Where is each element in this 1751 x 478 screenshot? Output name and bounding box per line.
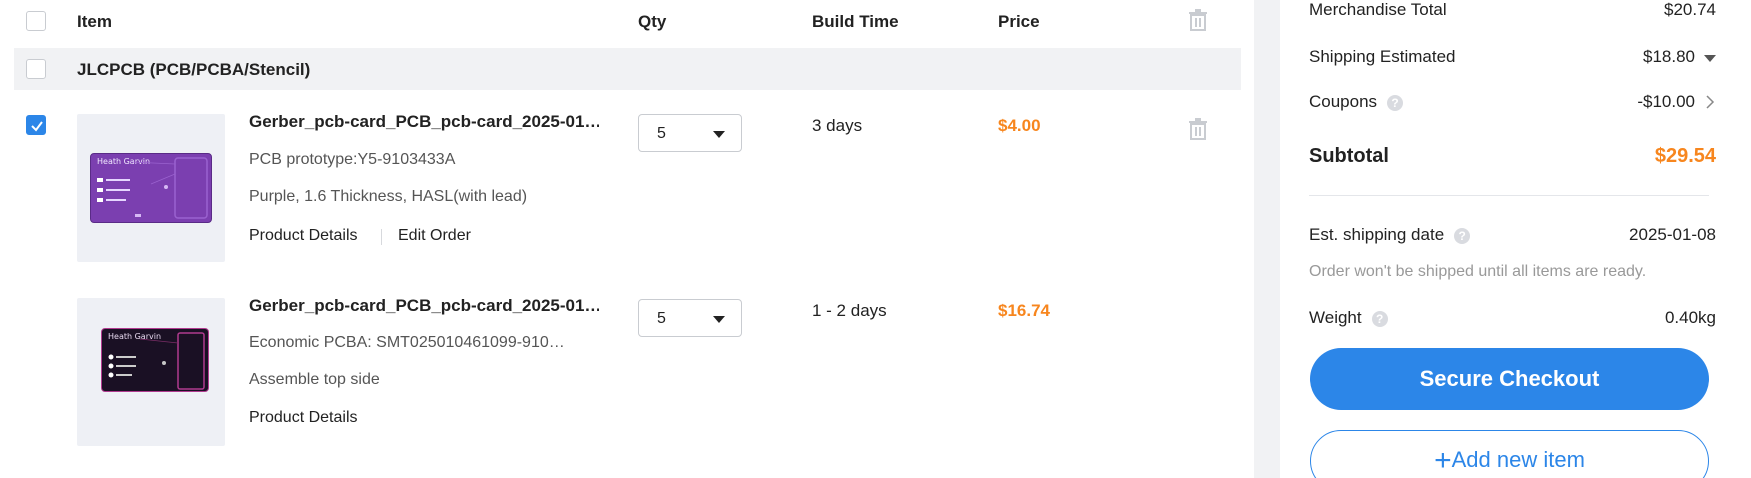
subtotal-label: Subtotal [1309, 145, 1389, 167]
item-1-qty-select[interactable]: 5 [638, 114, 742, 152]
qty-value: 5 [657, 310, 666, 327]
caret-down-icon [713, 316, 725, 323]
delete-all-trash-icon[interactable] [1189, 9, 1207, 31]
merchandise-total-value: $20.74 [1664, 0, 1716, 19]
weight-label: Weight? [1309, 308, 1388, 328]
shipping-caret-down-icon[interactable] [1704, 55, 1716, 62]
est-shipping-date-value: 2025-01-08 [1629, 225, 1716, 244]
coupons-chevron-right-icon[interactable] [1705, 94, 1715, 115]
item-1-product-details-link[interactable]: Product Details [249, 227, 358, 245]
item-2-qty-select[interactable]: 5 [638, 299, 742, 337]
checkmark-icon [31, 121, 43, 132]
plus-icon: + [1434, 444, 1452, 477]
item-1-options: Purple, 1.6 Thickness, HASL(with lead) [249, 188, 528, 205]
add-new-item-button[interactable]: +Add new item [1310, 430, 1709, 478]
weight-label-text: Weight [1309, 308, 1362, 327]
coupons-label-text: Coupons [1309, 92, 1378, 111]
item-2-build-time: 1 - 2 days [812, 301, 887, 320]
item-2-product-details-link[interactable]: Product Details [249, 409, 358, 427]
weight-value: 0.40kg [1664, 308, 1716, 327]
item-1-checkbox[interactable] [26, 115, 46, 135]
shipping-date-help-icon[interactable]: ? [1454, 227, 1471, 244]
group-checkbox[interactable] [26, 59, 46, 79]
pcb-black-image: Heath Garvin [101, 328, 209, 392]
weight-help-icon[interactable]: ? [1371, 310, 1388, 327]
group-title: JLCPCB (PCB/PCBA/Stencil) [77, 60, 311, 79]
merchandise-total-label: Merchandise Total [1309, 0, 1447, 19]
item-1-build-time: 3 days [812, 116, 863, 135]
shipping-note: Order won't be shipped until all items a… [1309, 263, 1647, 280]
caret-down-icon [713, 131, 725, 138]
link-divider [381, 229, 382, 245]
item-2-options: Assemble top side [249, 371, 380, 388]
header-item: Item [77, 12, 112, 31]
item-1-title[interactable]: Gerber_pcb-card_PCB_pcb-card_2025-01… [249, 112, 599, 132]
header-price: Price [998, 12, 1040, 31]
header-qty: Qty [638, 12, 667, 31]
item-2-price: $16.74 [998, 301, 1050, 320]
add-new-item-label: Add new item [1451, 447, 1585, 472]
est-shipping-date-label-text: Est. shipping date [1309, 225, 1445, 244]
coupons-label: Coupons? [1309, 92, 1404, 112]
summary-divider [1309, 195, 1709, 196]
qty-value: 5 [657, 125, 666, 142]
subtotal-value: $29.54 [1654, 145, 1716, 167]
shipping-estimated-value[interactable]: $18.80 [1643, 47, 1695, 67]
item-1-edit-order-link[interactable]: Edit Order [398, 227, 471, 245]
secure-checkout-button[interactable]: Secure Checkout [1310, 348, 1709, 410]
item-1-trash-icon[interactable] [1189, 118, 1207, 140]
est-shipping-date-label: Est. shipping date? [1309, 225, 1471, 245]
select-all-checkbox[interactable] [26, 11, 46, 31]
item-2-spec: Economic PCBA: SMT025010461099-910… [249, 334, 565, 351]
item-2-title[interactable]: Gerber_pcb-card_PCB_pcb-card_2025-01… [249, 296, 599, 316]
coupons-value[interactable]: -$10.00 [1637, 92, 1695, 112]
pcb-purple-image: Heath Garvin [90, 153, 212, 223]
coupons-help-icon[interactable]: ? [1387, 94, 1404, 111]
item-1-spec: PCB prototype:Y5-9103433A [249, 151, 456, 168]
item-2-thumbnail[interactable]: Heath Garvin [77, 298, 225, 446]
item-1-price: $4.00 [998, 116, 1041, 135]
header-build-time: Build Time [812, 12, 899, 31]
shipping-estimated-label: Shipping Estimated [1309, 47, 1456, 66]
item-1-thumbnail[interactable]: Heath Garvin [77, 114, 225, 262]
